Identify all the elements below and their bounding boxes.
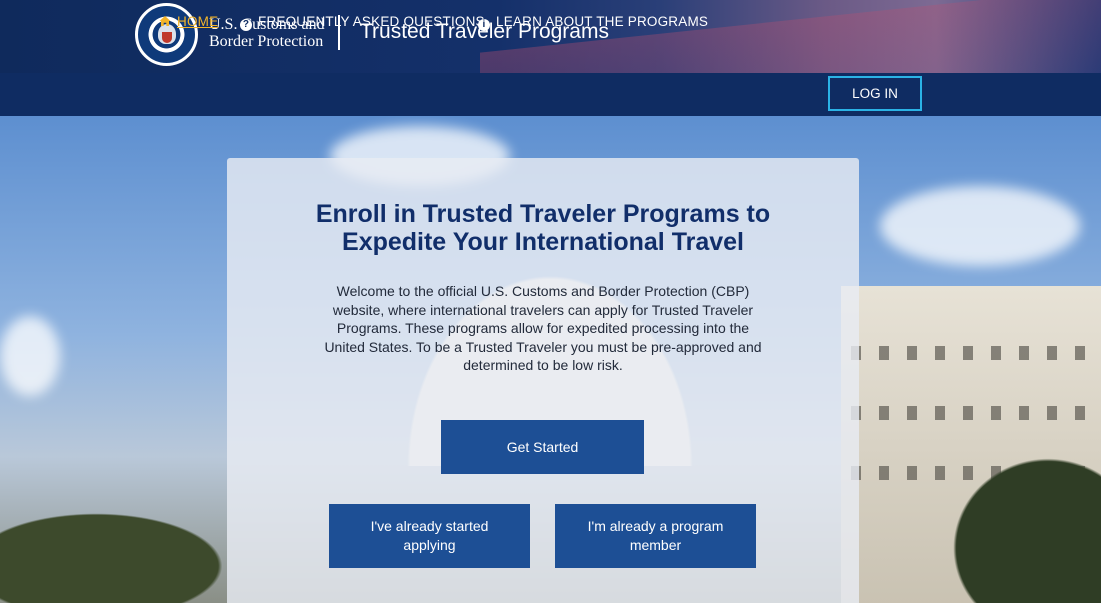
cloud-shape [880, 186, 1080, 266]
page-headline: Enroll in Trusted Traveler Programs to E… [227, 200, 859, 256]
already-started-button[interactable]: I've already started applying [329, 504, 530, 568]
nav-item-learn-label: LEARN ABOUT THE PROGRAMS [496, 14, 709, 29]
info-circle-icon: i [478, 19, 490, 31]
nav-item-home[interactable]: HOME [159, 14, 218, 29]
window-row [851, 346, 1091, 360]
login-button[interactable]: LOG IN [828, 76, 922, 111]
home-icon [159, 16, 171, 26]
trees-shape [940, 446, 1101, 603]
dhs-seal-logo[interactable] [135, 3, 198, 66]
enroll-panel: Enroll in Trusted Traveler Programs to E… [227, 158, 859, 603]
get-started-button[interactable]: Get Started [441, 420, 644, 474]
cloud-shape [0, 316, 60, 396]
agency-name-line2: Border Protection [209, 33, 324, 50]
main-nav [0, 73, 1101, 116]
question-circle-icon: ? [240, 19, 252, 31]
shield-icon [162, 32, 172, 43]
intro-text: Welcome to the official U.S. Customs and… [324, 283, 762, 373]
nav-item-learn[interactable]: i LEARN ABOUT THE PROGRAMS [478, 14, 708, 31]
nav-item-faq[interactable]: ? FREQUENTLY ASKED QUESTIONS [240, 14, 485, 31]
trees-shape [0, 506, 240, 603]
nav-item-home-label: HOME [177, 14, 219, 29]
window-row [851, 406, 1091, 420]
headline-line2: Expedite Your International Travel [342, 228, 744, 256]
program-member-button[interactable]: I'm already a program member [555, 504, 756, 568]
nav-item-faq-label: FREQUENTLY ASKED QUESTIONS [258, 14, 485, 29]
headline-line1: Enroll in Trusted Traveler Programs to [315, 200, 771, 228]
